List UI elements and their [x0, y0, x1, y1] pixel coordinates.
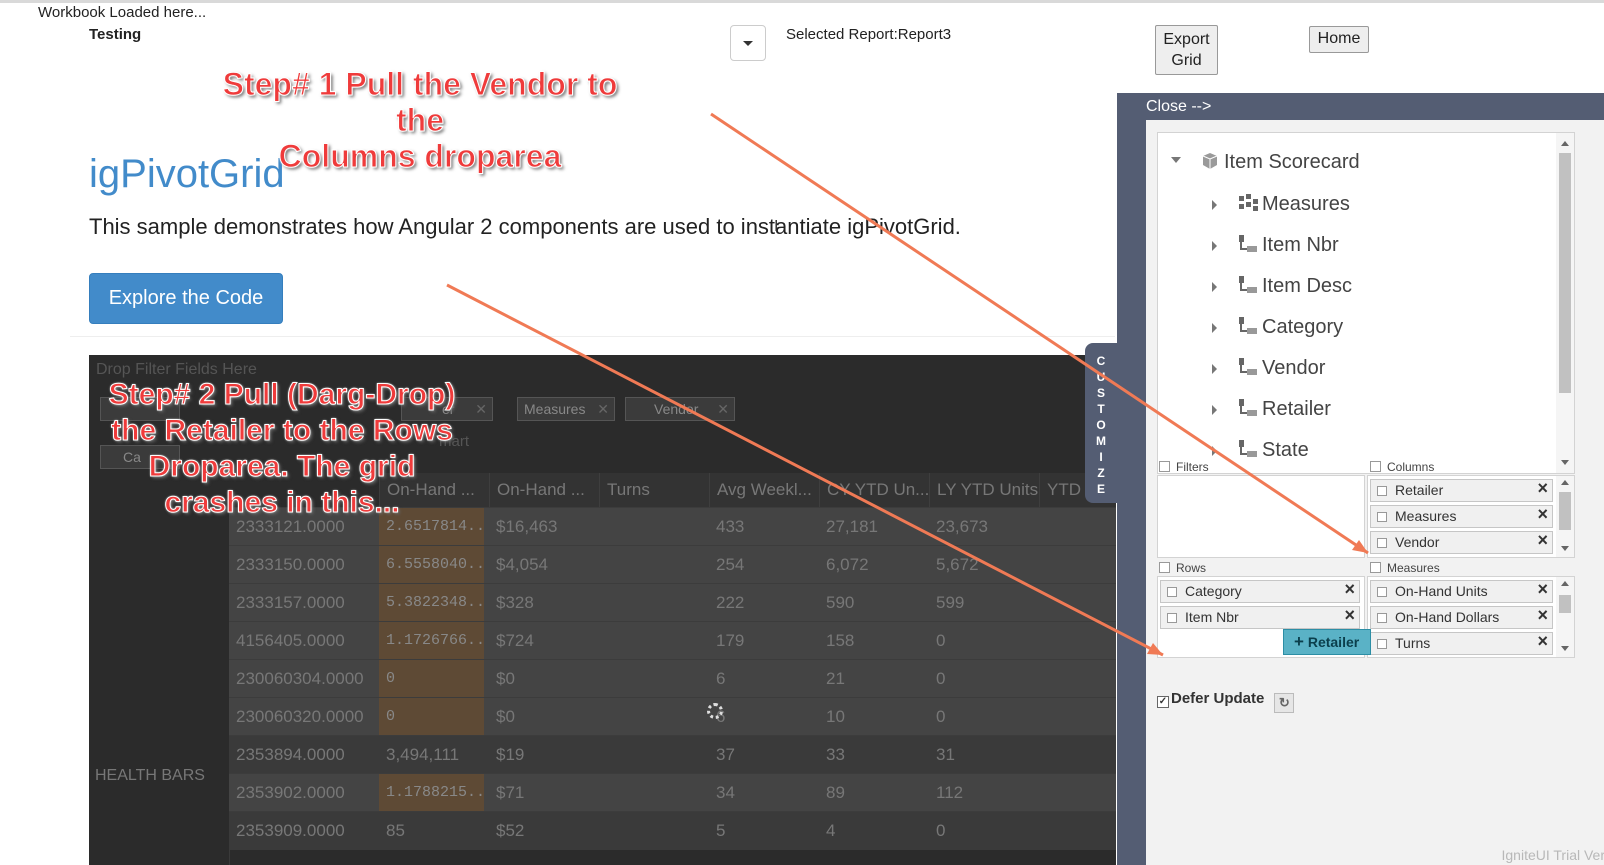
arrowhead-step1	[1352, 540, 1368, 553]
arrow-step1	[710, 112, 1369, 555]
arrow-step2	[446, 283, 1164, 657]
annotation-step1: Step# 1 Pull the Vendor to the Columns d…	[222, 66, 618, 175]
annotation-step2: Step# 2 Pull (Darg-Drop) the Retailer to…	[108, 378, 456, 520]
text-cursor-icon: I	[774, 218, 779, 235]
